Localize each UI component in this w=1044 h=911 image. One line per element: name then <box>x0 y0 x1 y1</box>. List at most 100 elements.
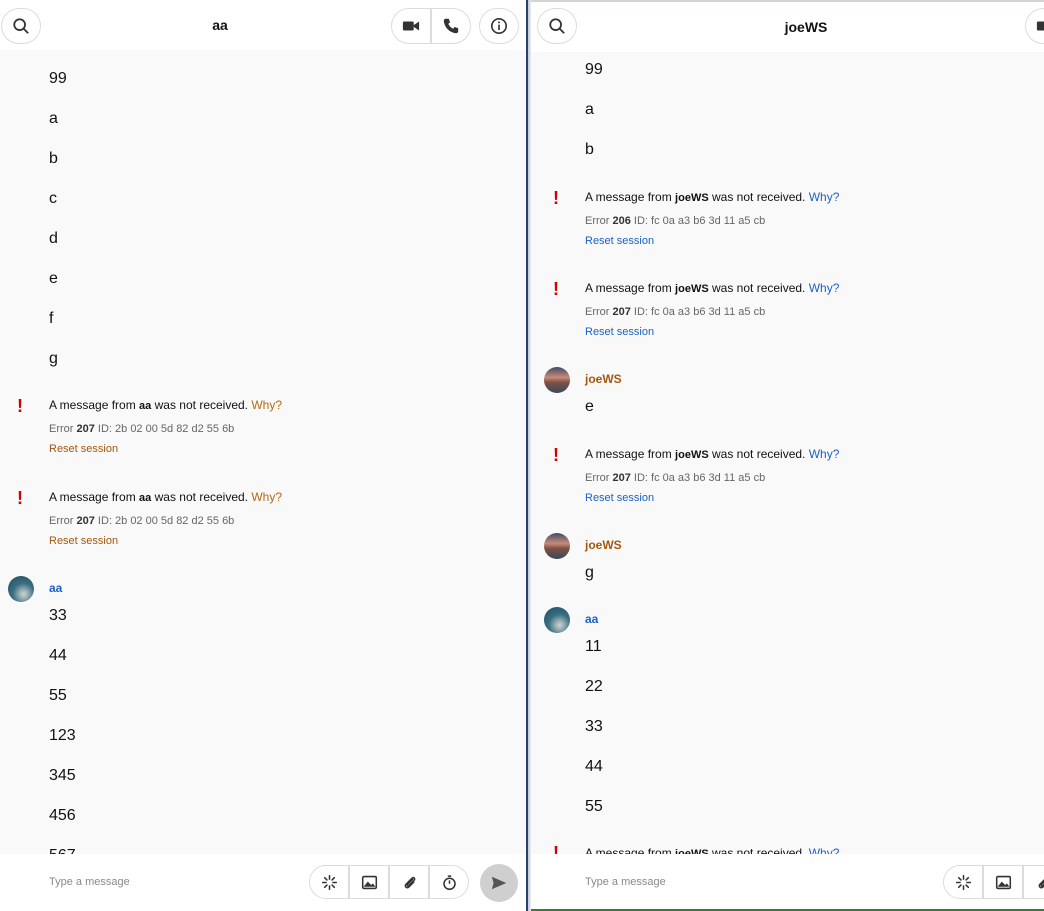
error-details: Error 206 ID: fc 0a a3 b6 3d 11 a5 cb <box>585 214 839 229</box>
sticker-button[interactable] <box>943 865 983 899</box>
loading-spinner-icon <box>955 874 971 890</box>
error-label: Error <box>585 215 613 227</box>
loading-spinner-icon <box>321 874 337 890</box>
error-sender: aa <box>139 400 152 412</box>
chat-title: aa <box>212 17 228 33</box>
search-icon <box>549 18 565 34</box>
message-input[interactable]: Type a message <box>49 876 130 888</box>
left-composer: Type a message <box>0 854 526 911</box>
error-id: ID: 2b 02 00 5d 82 d2 55 6b <box>94 515 235 527</box>
voice-call-button[interactable] <box>431 8 471 44</box>
decryption-error-notice: A message from joeWS was not received. W… <box>585 280 839 340</box>
search-button[interactable] <box>537 8 577 44</box>
error-message: A message from aa was not received. Why? <box>49 489 282 506</box>
error-prefix: A message from <box>585 190 676 204</box>
message-text: g <box>49 350 58 367</box>
error-sender: joeWS <box>675 283 709 295</box>
message-text: 99 <box>585 61 603 78</box>
error-indicator-icon: ! <box>17 488 23 508</box>
avatar[interactable] <box>544 607 570 633</box>
why-link[interactable]: Why? <box>251 490 282 504</box>
message-text: b <box>585 141 594 158</box>
error-indicator-icon: ! <box>553 445 559 465</box>
send-button[interactable] <box>480 864 518 902</box>
message-text: e <box>585 398 594 415</box>
error-code: 207 <box>76 515 95 527</box>
error-prefix: A message from <box>49 398 140 412</box>
message-text: c <box>49 190 57 207</box>
why-link[interactable]: Why? <box>809 190 840 204</box>
error-code: 207 <box>612 306 631 318</box>
message-text: 22 <box>585 678 603 695</box>
left-header: aa <box>0 0 526 50</box>
decryption-error-notice: A message from aa was not received. Why?… <box>49 489 282 549</box>
error-label: Error <box>585 306 613 318</box>
why-link[interactable]: Why? <box>251 398 282 412</box>
message-text: 11 <box>585 638 602 655</box>
message-text: a <box>585 101 594 118</box>
error-id: ID: 2b 02 00 5d 82 d2 55 6b <box>94 423 235 435</box>
image-button[interactable] <box>983 865 1023 899</box>
message-text: 456 <box>49 807 76 824</box>
timer-icon <box>442 874 456 890</box>
error-sender: joeWS <box>675 449 709 461</box>
search-icon <box>13 18 29 34</box>
error-suffix: was not received. <box>151 398 252 412</box>
reset-session-link[interactable]: Reset session <box>585 234 839 249</box>
reset-session-link[interactable]: Reset session <box>49 442 282 457</box>
why-link[interactable]: Why? <box>809 281 840 295</box>
sender-name[interactable]: aa <box>49 581 62 595</box>
error-prefix: A message from <box>49 490 140 504</box>
error-id: ID: fc 0a a3 b6 3d 11 a5 cb <box>630 306 766 318</box>
video-call-button[interactable] <box>1025 8 1044 44</box>
paperclip-icon <box>404 876 415 888</box>
message-text: 33 <box>49 607 67 624</box>
message-input[interactable]: Type a message <box>585 876 666 888</box>
error-message: A message from joeWS was not received. W… <box>585 189 839 206</box>
error-id: ID: fc 0a a3 b6 3d 11 a5 cb <box>630 215 766 227</box>
attachment-button[interactable] <box>1023 865 1044 899</box>
error-label: Error <box>585 472 613 484</box>
error-message: A message from joeWS was not received. W… <box>585 280 839 297</box>
message-text: b <box>49 150 58 167</box>
conversation-info-button[interactable] <box>479 8 519 44</box>
error-indicator-icon: ! <box>553 279 559 299</box>
error-indicator-icon: ! <box>17 396 23 416</box>
sender-name[interactable]: joeWS <box>585 538 622 552</box>
error-prefix: A message from <box>585 447 676 461</box>
app: aa 99 a b c d e f g ! A message from aa … <box>0 0 1044 911</box>
right-composer: Type a message <box>531 854 1044 909</box>
error-details: Error 207 ID: fc 0a a3 b6 3d 11 a5 cb <box>585 305 839 320</box>
chat-title: joeWS <box>784 19 828 35</box>
error-suffix: was not received. <box>708 281 809 295</box>
why-link[interactable]: Why? <box>809 447 840 461</box>
paperclip-icon <box>1038 878 1044 888</box>
search-button[interactable] <box>1 8 41 44</box>
reset-session-link[interactable]: Reset session <box>49 534 282 549</box>
message-text: 123 <box>49 727 76 744</box>
avatar[interactable] <box>8 576 34 602</box>
attachment-button[interactable] <box>389 865 429 899</box>
message-text: 33 <box>585 718 603 735</box>
video-call-button[interactable] <box>391 8 431 44</box>
sender-name[interactable]: aa <box>585 612 598 626</box>
avatar[interactable] <box>544 367 570 393</box>
error-id: ID: fc 0a a3 b6 3d 11 a5 cb <box>630 472 766 484</box>
message-text: 99 <box>49 70 67 87</box>
message-text: 55 <box>585 798 603 815</box>
message-text: 44 <box>49 647 67 664</box>
message-text: f <box>49 310 54 327</box>
sticker-button[interactable] <box>309 865 349 899</box>
reset-session-link[interactable]: Reset session <box>585 491 839 506</box>
error-suffix: was not received. <box>151 490 252 504</box>
image-icon <box>995 875 1011 889</box>
disappearing-timer-button[interactable] <box>429 865 469 899</box>
right-header: joeWS <box>531 2 1044 52</box>
image-button[interactable] <box>349 865 389 899</box>
reset-session-link[interactable]: Reset session <box>585 325 839 340</box>
decryption-error-notice: A message from joeWS was not received. W… <box>585 189 839 249</box>
sender-name[interactable]: joeWS <box>585 372 622 386</box>
error-sender: aa <box>139 492 152 504</box>
error-code: 206 <box>612 215 631 227</box>
avatar[interactable] <box>544 533 570 559</box>
